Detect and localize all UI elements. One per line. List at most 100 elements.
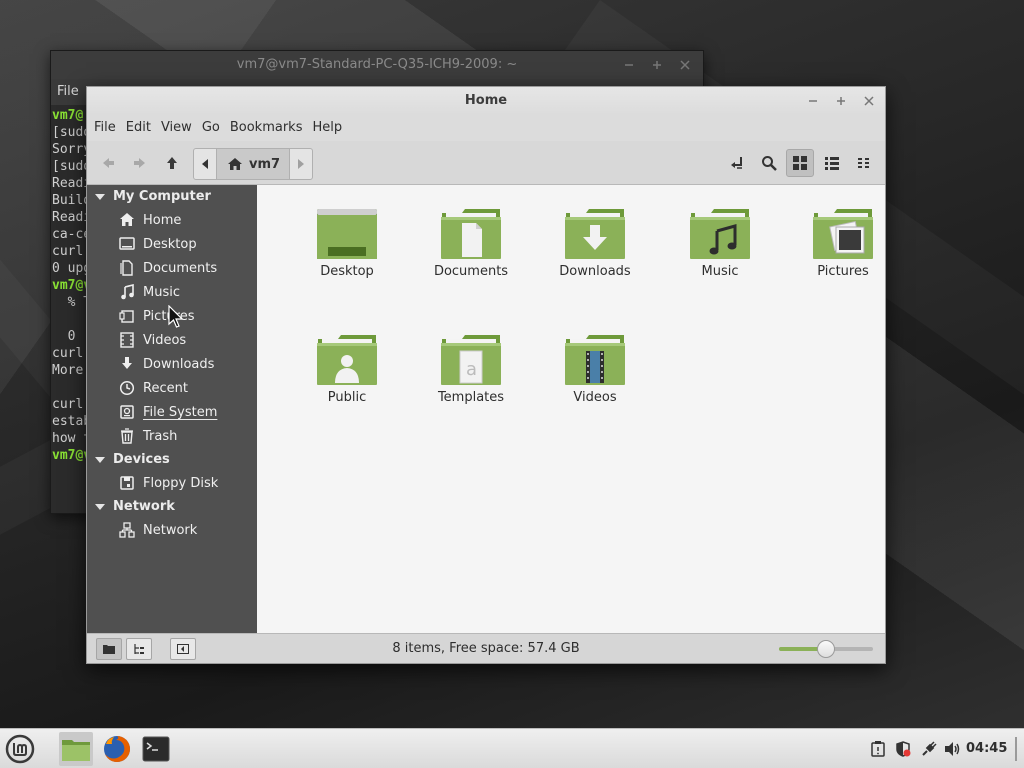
downloads-icon [119,356,135,372]
file-item-documents[interactable]: Documents [416,207,526,279]
show-places-button[interactable] [96,638,122,660]
templates-folder-icon: a [441,335,501,385]
location-toggle-icon [731,157,742,169]
sidebar-item-network[interactable]: Network [87,518,257,542]
toggle-location-button[interactable] [723,149,751,177]
minimize-button[interactable] [805,87,821,115]
expander-triangle-icon[interactable] [87,193,113,201]
file-name: Templates [437,390,505,405]
search-button[interactable] [755,149,783,177]
documents-icon [119,260,135,276]
menu-edit[interactable]: Edit [121,115,156,141]
file-name: Public [327,390,367,405]
file-item-pictures[interactable]: Pictures [788,207,898,279]
file-item-downloads[interactable]: Downloads [540,207,650,279]
terminal-menu-file[interactable]: File [57,84,79,99]
expander-triangle-icon[interactable] [87,456,113,464]
taskbar: 04:45 [0,728,1024,768]
sidebar-item-videos[interactable]: Videos [87,328,257,352]
sidebar-item-label: Desktop [143,236,197,252]
terminal-maximize-button[interactable] [649,51,665,79]
window-title: Home [464,93,508,108]
sidebar-item-label: Trash [143,428,178,444]
taskbar-terminal[interactable] [139,732,173,766]
sidebar-item-trash[interactable]: Trash [87,424,257,448]
terminal-close-button[interactable] [677,51,693,79]
sidebar-section-my-computer[interactable]: My Computer [87,185,257,208]
update-manager-tray-icon[interactable] [892,729,914,768]
network-tray-icon[interactable] [918,729,940,768]
sidebar-item-floppy-disk[interactable]: Floppy Disk [87,471,257,495]
clipboard-icon [871,741,885,757]
file-view[interactable]: Desktop Documents Downloads Music Pictures Pu… [257,185,885,634]
chevron-left-icon [202,159,208,169]
taskbar-firefox[interactable] [100,732,134,766]
pathbar-left-button[interactable] [194,149,216,179]
up-button[interactable] [159,149,185,177]
grid-icon [793,156,807,170]
terminal-titlebar[interactable]: vm7@vm7-Standard-PC-Q35-ICH9-2009: ~ [51,51,703,79]
sidebar-item-desktop[interactable]: Desktop [87,232,257,256]
folder-icon [103,645,115,654]
file-manager-window[interactable]: Home File Edit View Go Bookmarks Help vm… [86,86,886,664]
sidebar-toggle-icon [177,644,189,654]
downloads-folder-icon [565,209,625,259]
breadcrumb-home[interactable]: vm7 [216,149,290,179]
expander-triangle-icon[interactable] [87,503,113,511]
menu-go[interactable]: Go [197,115,225,141]
menu-view[interactable]: View [156,115,197,141]
sidebar-section-network[interactable]: Network [87,495,257,518]
sidebar-item-file-system[interactable]: File System [87,400,257,424]
file-name: Videos [573,390,617,405]
sidebar-item-recent[interactable]: Recent [87,376,257,400]
home-icon [228,158,242,170]
volume-icon [945,742,960,756]
pictures-folder-icon [813,209,873,259]
sidebar-item-downloads[interactable]: Downloads [87,352,257,376]
sidebar-item-label: Videos [143,332,187,348]
volume-tray-icon[interactable] [942,729,964,768]
sidebar-item-label: Floppy Disk [143,475,219,491]
status-text: 8 items, Free space: 57.4 GB [392,641,580,656]
icon-view-button[interactable] [786,149,814,177]
show-tree-button[interactable] [126,638,152,660]
terminal-minimize-button[interactable] [621,51,637,79]
desktop-folder-icon [317,209,377,259]
sidebar-item-music[interactable]: Music [87,280,257,304]
file-item-templates[interactable]: a Templates [416,333,526,405]
show-desktop-button[interactable] [1010,729,1022,768]
menu-help[interactable]: Help [307,115,347,141]
file-item-music[interactable]: Music [665,207,775,279]
maximize-button[interactable] [833,87,849,115]
hide-sidebar-button[interactable] [170,638,196,660]
file-name: Desktop [320,264,374,279]
file-item-desktop[interactable]: Desktop [292,207,402,279]
back-button[interactable] [95,149,121,177]
zoom-slider[interactable] [779,640,873,658]
close-button[interactable] [861,87,877,115]
clipboard-tray-icon[interactable] [868,729,888,768]
forward-button[interactable] [127,149,153,177]
menu-bookmarks[interactable]: Bookmarks [225,115,308,141]
terminal-title: vm7@vm7-Standard-PC-Q35-ICH9-2009: ~ [236,57,518,72]
home-icon [119,212,135,228]
sidebar-item-documents[interactable]: Documents [87,256,257,280]
taskbar-file-manager[interactable] [59,732,93,766]
sidebar-item-home[interactable]: Home [87,208,257,232]
sidebar-item-label: File System [143,404,218,420]
compact-list-icon [858,158,869,168]
pathbar-right-button[interactable] [290,149,312,179]
compact-view-button[interactable] [850,149,878,177]
menu-file[interactable]: File [89,115,121,141]
clock[interactable]: 04:45 [966,729,1007,768]
menu-button[interactable] [3,732,37,766]
zoom-slider-handle[interactable] [817,640,835,658]
separator-icon [1015,737,1017,761]
breadcrumb-label: vm7 [249,156,281,172]
list-view-button[interactable] [818,149,846,177]
file-item-public[interactable]: Public [292,333,402,405]
file-item-videos[interactable]: Videos [540,333,650,405]
desktop-icon [119,236,135,252]
file-manager-titlebar[interactable]: Home [87,87,885,115]
sidebar-section-devices[interactable]: Devices [87,448,257,471]
